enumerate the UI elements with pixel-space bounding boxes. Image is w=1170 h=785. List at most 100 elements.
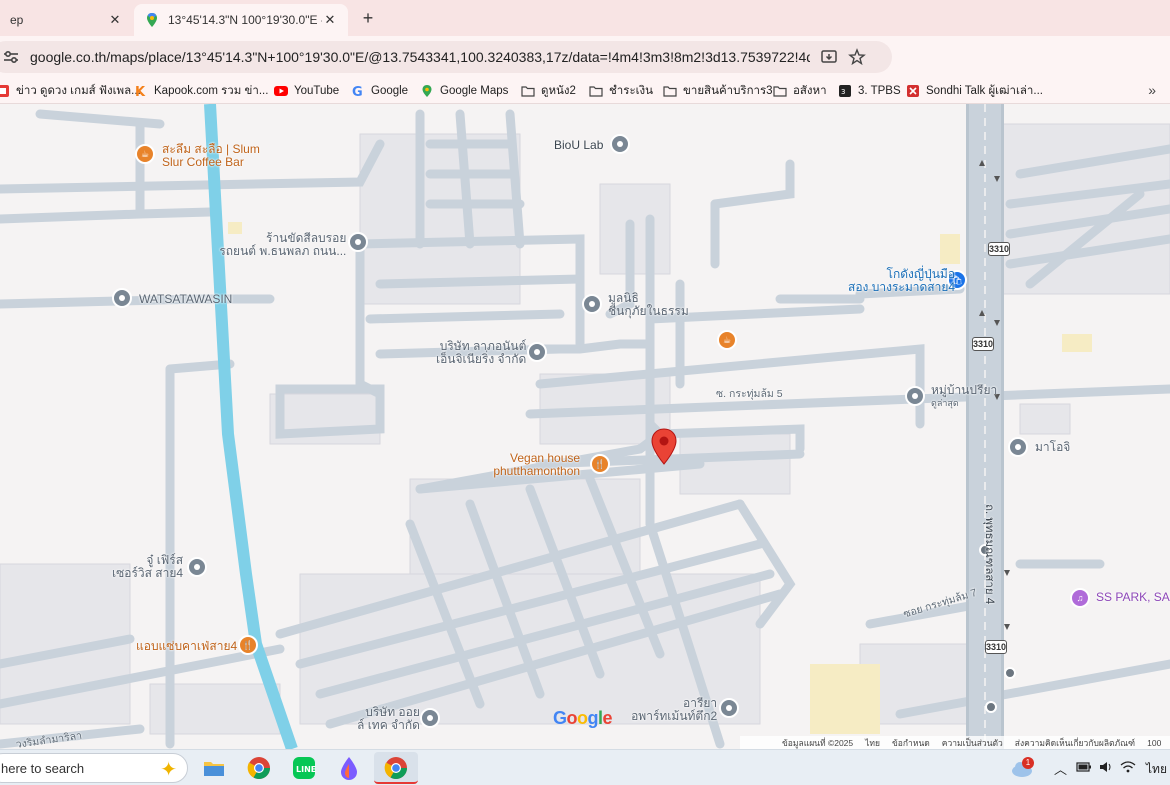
bookmark-label: ข่าว ดูดวง เกมส์ ฟังเพล... xyxy=(16,85,141,97)
bookmark-label: อสังหา xyxy=(793,85,827,97)
volume-icon[interactable] xyxy=(1098,760,1114,774)
battery-icon[interactable] xyxy=(1076,761,1092,773)
tab-previous[interactable]: ep ✕ xyxy=(0,4,133,36)
poi-label[interactable]: มูลนิธิ ชีนกุภัยในธรรม xyxy=(608,292,689,318)
privacy-link[interactable]: ความเป็นส่วนตัว xyxy=(942,736,1003,750)
svg-text:G: G xyxy=(352,85,363,98)
poi-label[interactable]: แอบแซ่บคาเฟ่สาย4 xyxy=(136,640,237,653)
app-drop-icon[interactable] xyxy=(335,754,363,782)
close-icon[interactable]: ✕ xyxy=(107,12,123,28)
map-canvas[interactable]: 3310 3310 3310 ☕ สะลึม สะลือ | Slum Slur… xyxy=(0,104,1170,749)
poi-label[interactable]: ร้านขัดสีลบรอย รถยนต์ พ.ธนพลภ ถนน... xyxy=(218,232,346,258)
wifi-icon[interactable] xyxy=(1120,760,1136,774)
news-icon xyxy=(0,85,9,97)
bookmark-item[interactable]: Google Maps xyxy=(420,82,508,100)
coffee-icon[interactable]: ☕ xyxy=(135,144,155,164)
road-label: ถ. พุทธมณฑลสาย 4 xyxy=(983,504,995,605)
bookmark-label: YouTube xyxy=(294,85,340,97)
poi-label-line: ล์ เทค จำกัด xyxy=(357,718,420,732)
place-marker-icon[interactable] xyxy=(610,134,630,154)
place-marker-icon[interactable] xyxy=(112,288,132,308)
poi-label[interactable]: บริษัท ออย ล์ เทค จำกัด xyxy=(357,706,420,732)
bookmark-item[interactable]: 3 3. TPBS xyxy=(838,82,901,100)
svg-text:K: K xyxy=(135,85,146,98)
file-explorer-icon[interactable] xyxy=(200,754,228,782)
install-app-icon[interactable] xyxy=(820,48,838,66)
input-language-indicator[interactable]: ไทย xyxy=(1146,760,1167,779)
copilot-sparkle-icon[interactable]: ✦ xyxy=(160,757,177,782)
music-venue-icon[interactable]: ♫ xyxy=(1070,588,1090,608)
taskbar-search[interactable]: here to search ✦ xyxy=(0,753,188,783)
place-marker-icon[interactable] xyxy=(348,232,368,252)
route-shield: 3310 xyxy=(972,337,994,351)
place-marker-icon[interactable] xyxy=(719,698,739,718)
place-marker-icon[interactable] xyxy=(420,708,440,728)
route-shield: 3310 xyxy=(988,242,1010,256)
poi-label[interactable]: โกดังญี่ปุ่นมือ สอง บางระมาดสาย4 xyxy=(848,268,955,294)
line-app-icon[interactable]: LINE xyxy=(290,754,318,782)
poi-label[interactable]: BioU Lab xyxy=(554,139,603,152)
place-marker-icon[interactable] xyxy=(1008,437,1028,457)
poi-label-line: อพาร์ทเม้นท์ตึก2 xyxy=(631,709,718,723)
coffee-icon[interactable]: ☕ xyxy=(717,330,737,350)
url-text[interactable]: google.co.th/maps/place/13°45'14.3"N+100… xyxy=(30,49,810,65)
map-footer: ข้อมูลแผนที่ ©2025 ไทย ข้อกำหนด ความเป็น… xyxy=(740,736,1170,749)
poi-label[interactable]: อารียา อพาร์ทเม้นท์ตึก2 xyxy=(627,697,717,723)
bookmark-item[interactable]: Sondhi Talk ผู้เฒ่าเล่า... xyxy=(906,82,1043,100)
poi-label-line: ดูล่าสุด xyxy=(931,398,959,408)
poi-label[interactable]: SS PARK, SA xyxy=(1096,591,1170,604)
restaurant-icon[interactable]: 🍴 xyxy=(238,635,258,655)
show-hidden-icons-chevron-icon[interactable]: ︿ xyxy=(1054,759,1067,778)
more-bookmarks-chevron-icon[interactable]: » xyxy=(1148,82,1156,98)
feedback-link[interactable]: ส่งความคิดเห็นเกี่ยวกับผลิตภัณฑ์ xyxy=(1015,736,1135,750)
new-tab-button[interactable]: + xyxy=(358,8,378,28)
address-bar[interactable]: google.co.th/maps/place/13°45'14.3"N+100… xyxy=(0,41,892,73)
bookmarks-bar: ข่าว ดูดวง เกมส์ ฟังเพล... K Kapook.com … xyxy=(0,78,1170,104)
bookmark-label: Sondhi Talk ผู้เฒ่าเล่า... xyxy=(926,85,1043,97)
bookmark-label: Kapook.com รวม ข่า... xyxy=(154,85,269,97)
chrome-icon[interactable] xyxy=(245,754,273,782)
route-shield: 3310 xyxy=(985,640,1007,654)
search-placeholder: here to search xyxy=(1,760,85,776)
bookmark-star-icon[interactable] xyxy=(848,48,866,66)
bookmark-item[interactable]: YouTube xyxy=(274,82,339,100)
site-settings-icon[interactable] xyxy=(2,48,20,66)
poi-label-line: เซอร์วิส สาย4 xyxy=(112,566,184,580)
location-pin-icon[interactable] xyxy=(650,428,678,466)
bookmark-item[interactable]: ข่าว ดูดวง เกมส์ ฟังเพล... xyxy=(0,82,141,100)
terms-link[interactable]: ข้อกำหนด xyxy=(892,736,930,750)
scale-label: 100 xyxy=(1147,737,1162,748)
bus-stop-icon[interactable] xyxy=(1004,667,1016,679)
google-icon: G xyxy=(352,85,363,98)
poi-label[interactable]: Vegan house phutthamonthon xyxy=(488,452,580,478)
bookmark-folder[interactable]: ชำระเงิน xyxy=(589,82,653,100)
tab-google-maps[interactable]: 13°45'14.3"N 100°19'30.0"E - G ✕ xyxy=(134,4,348,36)
place-marker-icon[interactable] xyxy=(905,386,925,406)
restaurant-icon[interactable]: 🍴 xyxy=(590,454,610,474)
place-marker-icon[interactable] xyxy=(582,294,602,314)
bus-stop-icon[interactable] xyxy=(985,701,997,713)
tab-title: ep xyxy=(10,13,24,27)
poi-label[interactable]: สะลึม สะลือ | Slum Slur Coffee Bar xyxy=(162,143,260,169)
bookmark-folder[interactable]: ดูหนัง2 xyxy=(521,82,576,100)
poi-label[interactable]: จู๋ เฟิร์ส เซอร์วิส สาย4 xyxy=(112,554,183,580)
poi-label[interactable]: WATSATAWASIN xyxy=(139,293,232,306)
tab-bar: ep ✕ 13°45'14.3"N 100°19'30.0"E - G ✕ + xyxy=(0,0,1170,36)
bookmark-item[interactable]: G Google xyxy=(351,82,408,100)
poi-label[interactable]: หมู่บ้านปรียา ดูล่าสุด xyxy=(931,384,997,410)
close-icon[interactable]: ✕ xyxy=(322,12,338,28)
poi-label[interactable]: บริษัท ลาภอนันต์ เอ็นจิเนียริ่ง จำกัด xyxy=(436,340,526,366)
language-link[interactable]: ไทย xyxy=(865,736,880,750)
bookmark-folder[interactable]: อสังหา xyxy=(773,82,827,100)
place-marker-icon[interactable] xyxy=(527,342,547,362)
bookmark-label: Google Maps xyxy=(440,85,509,97)
browser-toolbar: google.co.th/maps/place/13°45'14.3"N+100… xyxy=(0,36,1170,102)
place-marker-icon[interactable] xyxy=(187,557,207,577)
poi-label-line: สอง บางระมาดสาย4 xyxy=(848,280,956,294)
bookmark-item[interactable]: K Kapook.com รวม ข่า... xyxy=(134,82,268,100)
poi-label-line: หมู่บ้านปรียา xyxy=(931,383,998,397)
bookmark-folder[interactable]: ขายสินค้าบริการ3 xyxy=(663,82,773,100)
folder-icon xyxy=(773,86,787,97)
chrome-active-task[interactable] xyxy=(374,752,418,784)
poi-label[interactable]: มาโอจิ xyxy=(1035,441,1070,454)
